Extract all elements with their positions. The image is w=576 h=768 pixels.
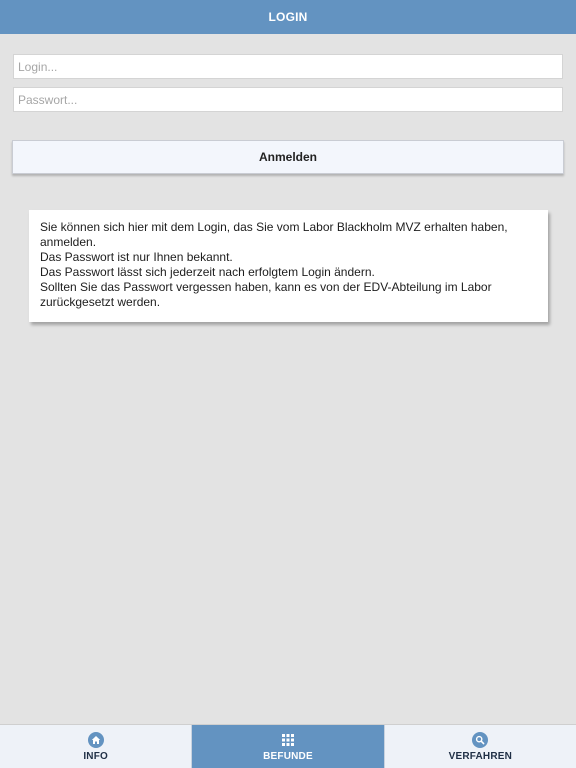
login-input[interactable]: [13, 54, 563, 79]
login-button[interactable]: Anmelden: [12, 140, 564, 174]
info-text-line: Sollten Sie das Passwort vergessen haben…: [40, 280, 492, 309]
bottom-tab-bar: INFO BEFUNDE VERFAHREN: [0, 724, 576, 768]
page-title: LOGIN: [268, 10, 308, 24]
home-icon: [87, 731, 104, 748]
info-text-line: Sie können sich hier mit dem Login, das …: [40, 220, 508, 249]
tab-label: VERFAHREN: [448, 750, 513, 762]
info-card: Sie können sich hier mit dem Login, das …: [29, 210, 548, 322]
tab-label: INFO: [83, 750, 108, 762]
tab-befunde[interactable]: BEFUNDE: [191, 725, 384, 768]
tab-verfahren[interactable]: VERFAHREN: [383, 725, 576, 768]
info-text-line: Das Passwort ist nur Ihnen bekannt.: [40, 250, 233, 264]
tab-label: BEFUNDE: [263, 750, 313, 762]
header-bar: LOGIN: [0, 0, 576, 34]
grid-icon: [280, 732, 296, 748]
info-text-line: Das Passwort lässt sich jederzeit nach e…: [40, 265, 375, 279]
password-input[interactable]: [13, 87, 563, 112]
search-icon: [472, 731, 489, 748]
tab-info[interactable]: INFO: [0, 725, 192, 768]
